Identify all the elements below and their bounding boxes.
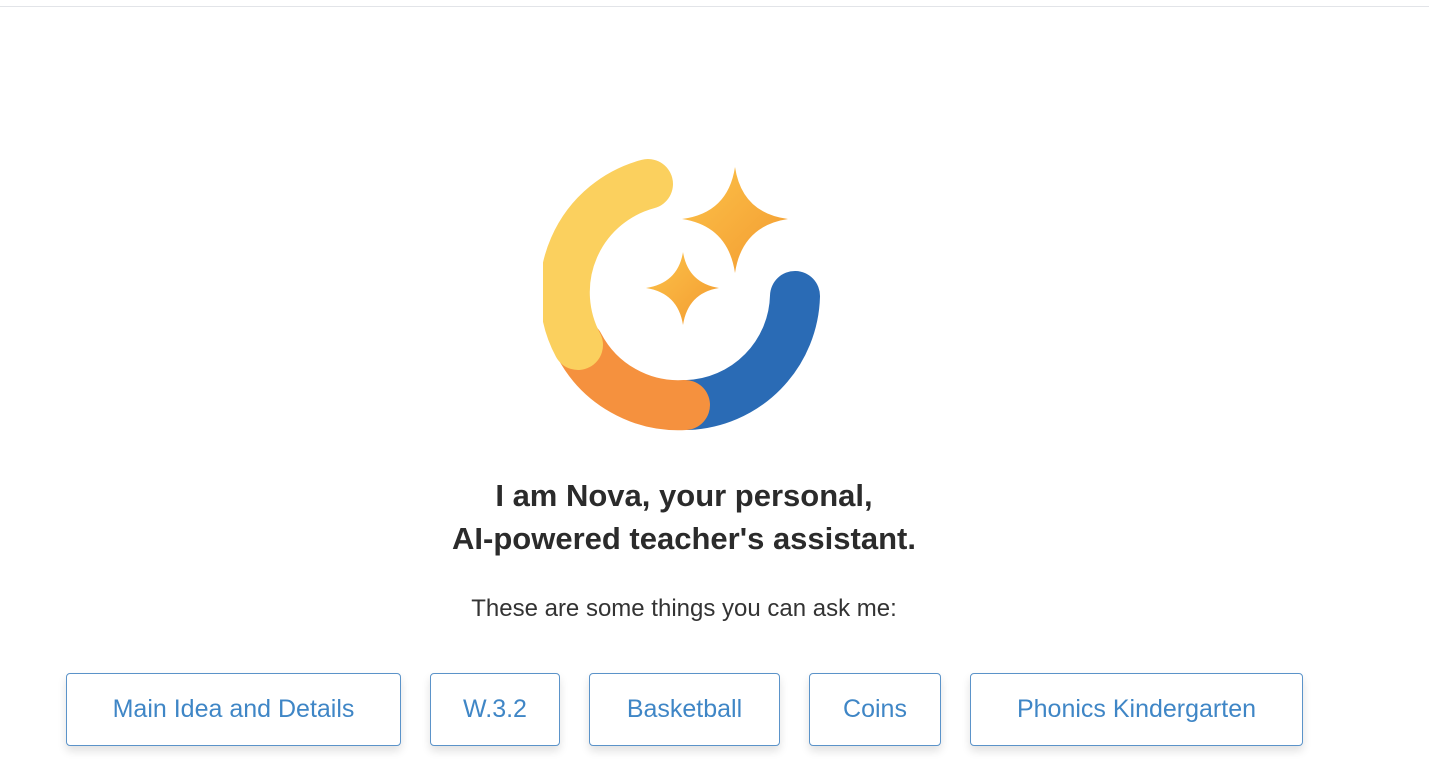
top-divider: [0, 6, 1429, 7]
welcome-heading-line-1: I am Nova, your personal,: [495, 478, 873, 513]
nova-logo-icon: [543, 159, 820, 431]
small-sparkle-icon: [646, 252, 719, 325]
suggestion-chip-w32[interactable]: W.3.2: [430, 673, 560, 746]
suggestion-chip-main-idea[interactable]: Main Idea and Details: [66, 673, 401, 746]
welcome-heading: I am Nova, your personal, AI-powered tea…: [0, 474, 1368, 560]
suggestion-chip-coins[interactable]: Coins: [809, 673, 941, 746]
logo-blue-arc: [663, 271, 820, 430]
large-sparkle-icon: [682, 167, 788, 273]
welcome-heading-line-2: AI-powered teacher's assistant.: [452, 521, 916, 556]
suggestions-intro: These are some things you can ask me:: [471, 595, 897, 622]
logo-yellow-arc: [543, 159, 673, 370]
suggestion-chip-phonics[interactable]: Phonics Kindergarten: [970, 673, 1303, 746]
suggestion-chip-basketball[interactable]: Basketball: [589, 673, 780, 746]
